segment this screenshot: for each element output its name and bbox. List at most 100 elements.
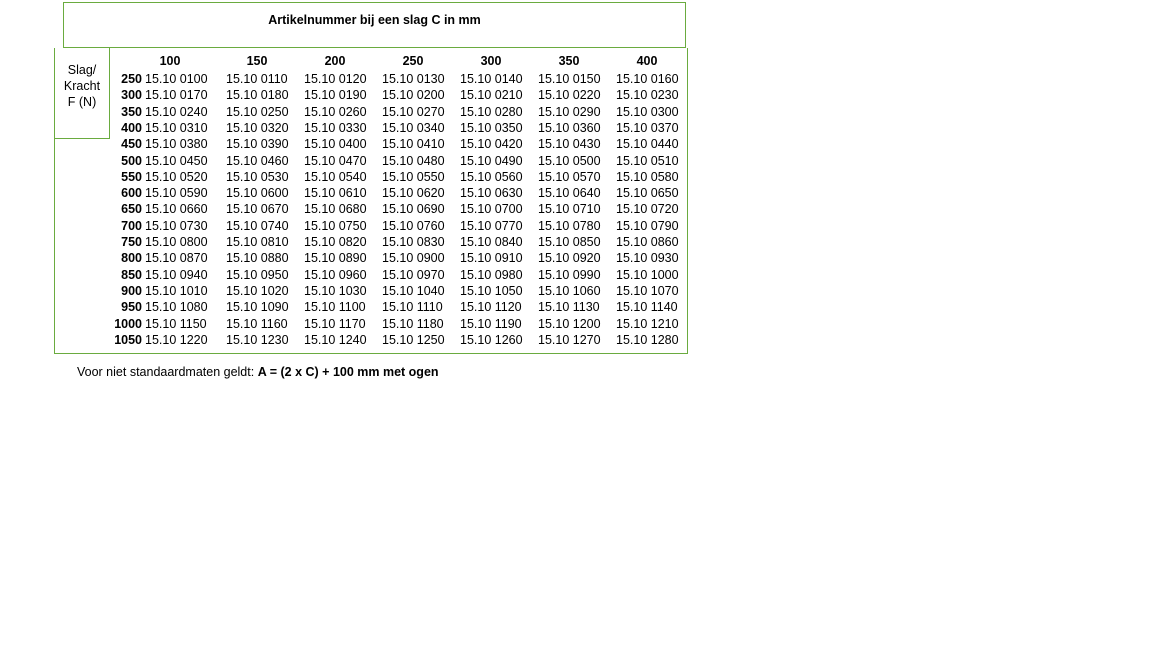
- force-value: 750: [121, 235, 142, 249]
- article-number: 15.10 0870: [145, 251, 208, 266]
- force-value: 350: [121, 104, 142, 119]
- article-number: 15.10 1280: [616, 332, 679, 347]
- article-number: 15.10 1100: [304, 300, 366, 315]
- article-number: 15.10 0930: [616, 251, 679, 266]
- force-value: 400: [121, 120, 142, 135]
- article-number: 15.10 0120: [304, 72, 367, 86]
- article-number: 15.10 0500: [538, 153, 601, 168]
- table-row: 950 15.10 1080 15.10 1090 15.10 1100 15.10 1…: [112, 299, 682, 315]
- article-number: 15.10 0220: [538, 88, 601, 103]
- article-number: 15.10 0610: [304, 186, 367, 201]
- article-number: 15.10 0840: [460, 235, 523, 249]
- article-number: 15.10 0390: [226, 137, 289, 152]
- article-number: 15.10 0480: [382, 153, 445, 168]
- article-number: 15.10 0850: [538, 235, 601, 249]
- article-number: 15.10 0160: [616, 72, 679, 86]
- article-number: 15.10 0420: [460, 137, 523, 152]
- table-title: Artikelnummer bij een slag C in mm: [268, 13, 481, 27]
- article-number: 15.10 0680: [304, 202, 367, 217]
- article-number: 15.10 0950: [226, 267, 289, 282]
- article-number: 15.10 0690: [382, 202, 445, 217]
- article-number: 15.10 1160: [226, 316, 288, 331]
- article-number: 15.10 0600: [226, 186, 289, 201]
- table-row: 600 15.10 0590 15.10 0600 15.10 0610 15.10 0…: [112, 185, 682, 201]
- table-row: 250 15.10 0100 15.10 0110 15.10 0120 15.10 0…: [112, 71, 682, 87]
- title-box: Artikelnummer bij een slag C in mm: [63, 2, 686, 48]
- article-number: 15.10 0550: [382, 169, 445, 184]
- table-row: 850 15.10 0940 15.10 0950 15.10 0960 15.10 0…: [112, 267, 682, 283]
- article-number: 15.10 0670: [226, 202, 289, 217]
- article-number: 15.10 0210: [460, 88, 523, 103]
- article-number: 15.10 1240: [304, 332, 367, 347]
- article-number: 15.10 0180: [226, 88, 289, 103]
- table-row: 750 15.10 0800 15.10 0810 15.10 0820 15.10 0…: [112, 234, 682, 250]
- article-number: 15.10 1110: [382, 300, 443, 315]
- article-number: 15.10 0380: [145, 137, 208, 152]
- corner-label-line: Slag/: [67, 63, 97, 77]
- article-number: 15.10 0720: [616, 202, 679, 217]
- article-number: 15.10 1020: [226, 283, 289, 298]
- article-number: 15.10 0880: [226, 251, 289, 266]
- article-number: 15.10 1180: [382, 316, 444, 331]
- force-value: 700: [121, 218, 142, 233]
- table-row: 900 15.10 1010 15.10 1020 15.10 1030 15.10 1…: [112, 283, 682, 299]
- table-row: 700 15.10 0730 15.10 0740 15.10 0750 15.10 0…: [112, 218, 682, 234]
- footnote-formula: A = (2 x C) + 100 mm met ogen: [257, 365, 439, 379]
- force-value: 1050: [114, 332, 142, 347]
- article-number: 15.10 0450: [145, 153, 208, 168]
- article-number: 15.10 0460: [226, 153, 289, 168]
- article-number: 15.10 0910: [460, 251, 523, 266]
- force-value: 450: [121, 137, 142, 152]
- table-row: 450 15.10 0380 15.10 0390 15.10 0400 15.10 0…: [112, 136, 682, 152]
- force-value: 950: [121, 300, 142, 315]
- article-number: 15.10 0510: [616, 153, 679, 168]
- article-number: 15.10 0440: [616, 137, 679, 152]
- article-number: 15.10 0270: [382, 104, 445, 119]
- footnote-text: Voor niet standaardmaten geldt:: [77, 365, 258, 379]
- column-header: 150: [246, 54, 268, 68]
- article-number: 15.10 1170: [304, 316, 366, 331]
- article-number: 15.10 0990: [538, 267, 601, 282]
- article-number: 15.10 0400: [304, 137, 367, 152]
- article-number: 15.10 1230: [226, 332, 289, 347]
- article-number: 15.10 0830: [382, 235, 445, 249]
- article-number: 15.10 0300: [616, 104, 679, 119]
- corner-label: Slag/ Kracht F (N): [55, 62, 109, 110]
- article-number: 15.10 0280: [460, 104, 523, 119]
- force-value: 850: [121, 267, 142, 282]
- article-number: 15.10 0630: [460, 186, 523, 201]
- article-number: 15.10 0140: [460, 72, 523, 86]
- force-value: 600: [121, 186, 142, 201]
- article-number: 15.10 0940: [145, 267, 208, 282]
- table-row: 800 15.10 0870 15.10 0880 15.10 0890 15.10 0…: [112, 250, 682, 266]
- article-number: 15.10 0530: [226, 169, 289, 184]
- article-number: 15.10 0320: [226, 120, 289, 135]
- article-number: 15.10 1040: [382, 283, 445, 298]
- article-number: 15.10 0570: [538, 169, 601, 184]
- article-number: 15.10 0740: [226, 218, 289, 233]
- column-header: 200: [324, 54, 346, 68]
- article-number: 15.10 0730: [145, 218, 208, 233]
- article-number: 15.10 0750: [304, 218, 367, 233]
- article-number: 15.10 1210: [616, 316, 679, 331]
- column-header: 100: [159, 54, 181, 68]
- article-number: 15.10 0340: [382, 120, 445, 135]
- article-number: 15.10 0960: [304, 267, 367, 282]
- table-row: 650 15.10 0660 15.10 0670 15.10 0680 15.10 0…: [112, 201, 682, 217]
- article-number: 15.10 0860: [616, 235, 679, 249]
- article-number: 15.10 0170: [145, 88, 208, 103]
- article-number: 15.10 0560: [460, 169, 523, 184]
- article-number: 15.10 0810: [226, 235, 289, 249]
- article-number: 15.10 0330: [304, 120, 367, 135]
- article-number: 15.10 0980: [460, 267, 523, 282]
- table-row: 1000 15.10 1150 15.10 1160 15.10 1170 15.10 …: [112, 316, 682, 332]
- force-value: 550: [121, 169, 142, 184]
- column-header: 250: [402, 54, 424, 68]
- article-number: 15.10 1010: [145, 283, 208, 298]
- article-number: 15.10 1220: [145, 332, 208, 347]
- article-number: 15.10 0410: [382, 137, 445, 152]
- force-value: 800: [121, 251, 142, 266]
- article-number: 15.10 1050: [460, 283, 523, 298]
- article-number: 15.10 0430: [538, 137, 601, 152]
- table-row: 300 15.10 0170 15.10 0180 15.10 0190 15.10 0…: [112, 87, 682, 103]
